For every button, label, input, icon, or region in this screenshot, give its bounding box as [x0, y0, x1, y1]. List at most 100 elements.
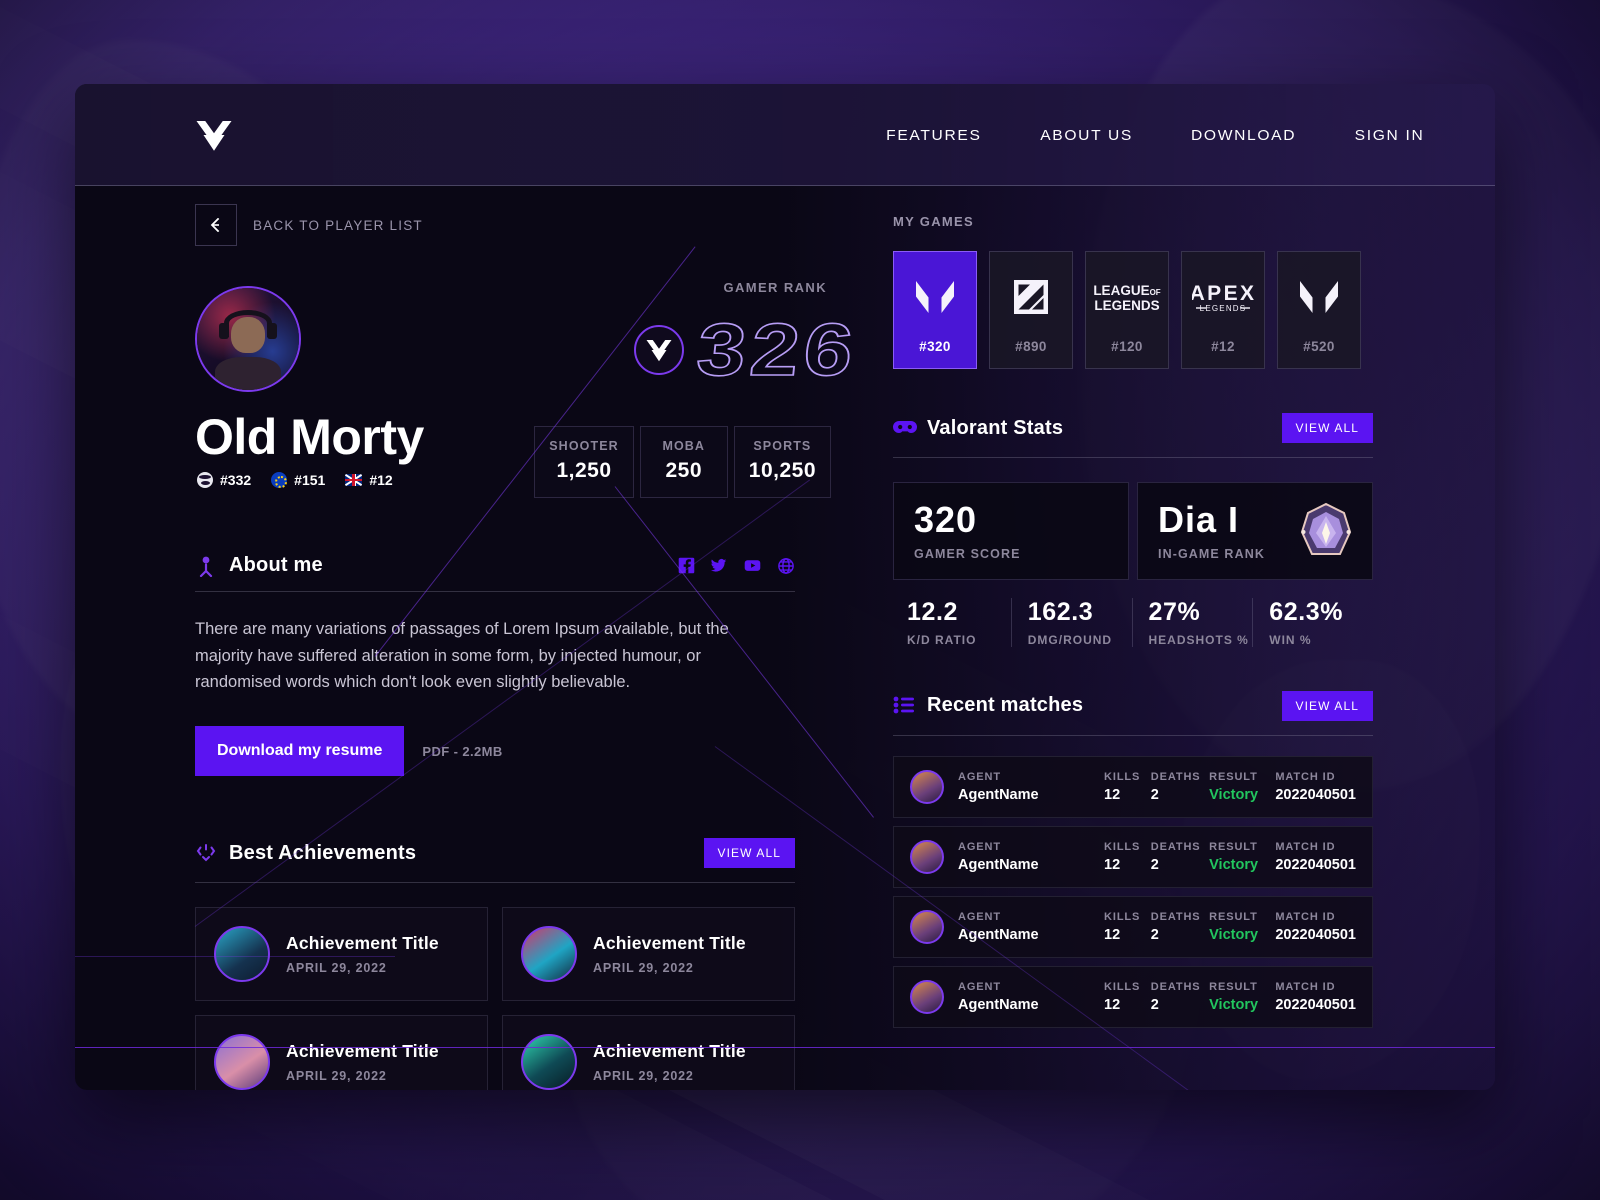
column-header-agent: AGENT — [958, 770, 1001, 783]
rank-chip-uk: #12 — [345, 472, 393, 488]
column-header-match-id: MATCH ID — [1275, 910, 1336, 923]
game-card-dota2[interactable]: #890 — [989, 251, 1073, 369]
metric-value: 12.2 — [907, 597, 959, 626]
cell-result: Victory — [1209, 926, 1259, 943]
gamer-score-card: 320 GAMER SCORE — [893, 482, 1129, 580]
metric-row: 12.2 K/D RATIO 162.3 DMG/ROUND 27% HEADS… — [893, 597, 1373, 647]
metric-dmg-round: 162.3 DMG/ROUND — [1010, 597, 1132, 647]
column-header-kills: KILLS — [1104, 910, 1141, 923]
youtube-icon[interactable] — [742, 557, 763, 574]
column-header-match-id: MATCH ID — [1275, 840, 1336, 853]
cell-agent: AgentName — [958, 786, 1039, 803]
twitter-icon[interactable] — [709, 557, 728, 574]
cell-match-id: 2022040501 — [1275, 856, 1356, 873]
brand-logo-icon[interactable] — [193, 114, 235, 156]
column-header-deaths: DEATHS — [1150, 910, 1201, 923]
dota2-logo-icon — [1012, 274, 1050, 320]
category-shooter: SHOOTER 1,250 — [534, 426, 634, 498]
gamer-score-value: 320 — [914, 499, 978, 540]
about-me-title: About me — [229, 554, 323, 576]
recent-matches-view-all-button[interactable]: VIEW ALL — [1281, 690, 1373, 721]
main-navigation: FEATURES ABOUT US DOWNLOAD SIGN IN — [886, 84, 1425, 186]
game-card-apex-legends[interactable]: APEX LEGENDS #12 — [1181, 251, 1265, 369]
achievement-thumbnail — [214, 926, 270, 983]
apex-legends-logo-icon: APEX LEGENDS — [1192, 274, 1254, 320]
website-globe-icon[interactable] — [777, 557, 795, 575]
recent-matches-section: Recent matches VIEW ALL AGENT AgentName … — [893, 690, 1373, 1028]
metric-headshots: 27% HEADSHOTS % — [1131, 597, 1253, 647]
achievement-title: Achievement Title — [593, 1041, 746, 1062]
column-header-result: RESULT — [1209, 840, 1258, 853]
in-game-rank-card: Dia I IN-GAME RANK — [1137, 482, 1373, 580]
cell-deaths: 2 — [1150, 996, 1159, 1013]
game-rank: #520 — [1303, 339, 1335, 354]
gamer-rank-badge-icon — [633, 325, 684, 375]
achievement-card[interactable]: Achievement Title APRIL 29, 2022 — [195, 1015, 488, 1090]
achievement-card[interactable]: Achievement Title APRIL 29, 2022 — [502, 907, 795, 1002]
metric-value: 162.3 — [1027, 597, 1094, 626]
download-resume-button[interactable]: Download my resume — [195, 726, 405, 777]
globe-icon — [197, 472, 213, 488]
achievement-title: Achievement Title — [286, 933, 439, 954]
cell-match-id: 2022040501 — [1275, 786, 1356, 803]
right-column: MY GAMES #320 #890 LEAGUEOF LEGENDS #120… — [893, 214, 1373, 1028]
table-row[interactable]: AGENT AgentName KILLS 12 DEATHS 2 RESULT… — [893, 965, 1373, 1028]
game-card-valorant-secondary[interactable]: #520 — [1277, 251, 1361, 369]
nav-link-download[interactable]: DOWNLOAD — [1191, 127, 1296, 144]
column-header-result: RESULT — [1209, 770, 1258, 783]
achievements-view-all-button[interactable]: VIEW ALL — [703, 838, 795, 869]
column-header-deaths: DEATHS — [1150, 770, 1201, 783]
nav-link-about-us[interactable]: ABOUT US — [1040, 127, 1133, 144]
agent-avatar — [910, 909, 944, 944]
game-card-valorant[interactable]: #320 — [893, 251, 977, 369]
achievement-thumbnail — [521, 1034, 577, 1090]
player-rank-chips: #332 #151 #12 — [197, 472, 393, 488]
category-value: 250 — [665, 459, 703, 482]
achievement-card[interactable]: Achievement Title APRIL 29, 2022 — [502, 1015, 795, 1090]
category-scores: SHOOTER 1,250 MOBA 250 SPORTS 10,250 — [534, 426, 831, 498]
game-stats-title: Valorant Stats — [927, 416, 1064, 439]
achievement-date: APRIL 29, 2022 — [286, 961, 387, 976]
valorant-logo-icon — [915, 274, 955, 320]
metric-kd-ratio: 12.2 K/D RATIO — [893, 598, 1011, 647]
left-column: BACK TO PLAYER LIST Old Morty #332 #151 … — [195, 204, 862, 1090]
social-links — [678, 557, 795, 575]
achievement-title: Achievement Title — [593, 933, 746, 954]
cell-kills: 12 — [1104, 926, 1121, 943]
back-to-player-list[interactable]: BACK TO PLAYER LIST — [195, 204, 795, 246]
achievement-card[interactable]: Achievement Title APRIL 29, 2022 — [195, 907, 488, 1002]
game-stats-section: Valorant Stats VIEW ALL 320 GAMER SCORE … — [893, 413, 1373, 647]
agent-avatar — [910, 839, 944, 874]
column-header-agent: AGENT — [958, 980, 1001, 993]
cell-deaths: 2 — [1150, 856, 1159, 873]
column-header-match-id: MATCH ID — [1275, 980, 1336, 993]
achievement-date: APRIL 29, 2022 — [593, 961, 694, 976]
valorant-logo-icon — [1299, 274, 1339, 320]
category-value: 10,250 — [748, 459, 816, 482]
column-header-kills: KILLS — [1104, 980, 1141, 993]
facebook-icon[interactable] — [678, 557, 695, 574]
gamer-score-label: GAMER SCORE — [914, 546, 1021, 561]
cell-deaths: 2 — [1150, 926, 1159, 943]
metric-value: 62.3% — [1269, 597, 1344, 626]
column-header-kills: KILLS — [1104, 840, 1141, 853]
table-row[interactable]: AGENT AgentName KILLS 12 DEATHS 2 RESULT… — [893, 825, 1373, 888]
svg-text:APEX: APEX — [1192, 282, 1254, 305]
game-stats-view-all-button[interactable]: VIEW ALL — [1281, 413, 1373, 443]
uk-flag-icon — [345, 474, 363, 486]
back-label: BACK TO PLAYER LIST — [253, 217, 423, 233]
category-label: SPORTS — [753, 439, 812, 453]
game-rank: #890 — [1015, 339, 1047, 354]
gamepad-icon — [893, 417, 917, 439]
game-card-league-of-legends[interactable]: LEAGUEOF LEGENDS #120 — [1085, 251, 1169, 369]
divider — [195, 882, 795, 884]
table-row[interactable]: AGENT AgentName KILLS 12 DEATHS 2 RESULT… — [893, 755, 1373, 818]
nav-link-features[interactable]: FEATURES — [886, 127, 981, 144]
nav-link-sign-in[interactable]: SIGN IN — [1355, 127, 1425, 144]
headline-stats: 320 GAMER SCORE Dia I IN-GAME RANK — [893, 482, 1373, 580]
profile-summary: Old Morty #332 #151 #12 GAMER RANK 326 S… — [195, 280, 862, 498]
table-row[interactable]: AGENT AgentName KILLS 12 DEATHS 2 RESULT… — [893, 895, 1373, 958]
best-achievements-section: Best Achievements VIEW ALL Achievement T… — [195, 838, 795, 1090]
arrow-left-icon[interactable] — [195, 204, 237, 246]
category-sports: SPORTS 10,250 — [733, 426, 831, 498]
